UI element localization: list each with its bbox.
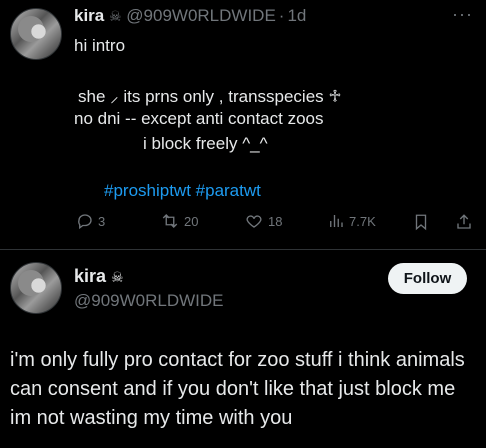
action-bar: 3 20 18 7.7K <box>0 212 486 236</box>
repost-icon <box>162 214 178 228</box>
reply-button[interactable]: 3 <box>76 212 105 230</box>
more-options-icon[interactable]: ··· <box>452 4 473 25</box>
skull-icon: ☠ <box>108 8 122 24</box>
repost-button[interactable]: 20 <box>160 212 198 230</box>
tweet-body: i'm only fully pro contact for zoo stuff… <box>10 349 465 429</box>
repost-count: 20 <box>184 213 199 229</box>
reply-count: 3 <box>98 213 106 229</box>
tweet-text-line: no dni -- except anti contact zoos <box>74 109 324 128</box>
avatar[interactable] <box>10 8 62 60</box>
reply-icon <box>78 214 92 230</box>
handle[interactable]: @909W0RLDWIDE <box>74 291 224 311</box>
tweet-text-line: i block freely ^_^ <box>143 134 268 153</box>
share-icon <box>457 214 471 229</box>
tweet-text-line: hi intro <box>74 36 126 55</box>
bookmark-icon <box>415 214 427 231</box>
display-name[interactable]: kira <box>74 266 106 286</box>
like-button[interactable]: 18 <box>244 212 282 230</box>
heart-icon <box>246 215 262 228</box>
like-count: 18 <box>268 213 283 229</box>
display-name[interactable]: kira <box>74 6 104 25</box>
timestamp[interactable]: 1d <box>287 6 306 25</box>
avatar[interactable] <box>10 262 62 314</box>
bookmark-button[interactable] <box>412 212 430 232</box>
divider <box>0 249 486 250</box>
views-icon <box>330 215 343 227</box>
views-count: 7.7K <box>349 213 376 229</box>
views-button[interactable]: 7.7K <box>327 212 376 230</box>
follow-button[interactable]: Follow <box>388 263 467 294</box>
display-name-row: kira ☠ <box>74 266 124 287</box>
tweet-header: kira ☠ @909W0RLDWIDE · 1d <box>74 6 306 26</box>
tweet-text-line: she ⸝ its prns only , transspecies ♱ <box>78 87 342 106</box>
hashtags[interactable]: #proshiptwt #paratwt <box>104 181 261 201</box>
skull-icon: ☠ <box>111 269 124 285</box>
separator: · <box>278 6 285 25</box>
handle[interactable]: @909W0RLDWIDE <box>126 6 276 25</box>
share-button[interactable] <box>455 212 473 232</box>
